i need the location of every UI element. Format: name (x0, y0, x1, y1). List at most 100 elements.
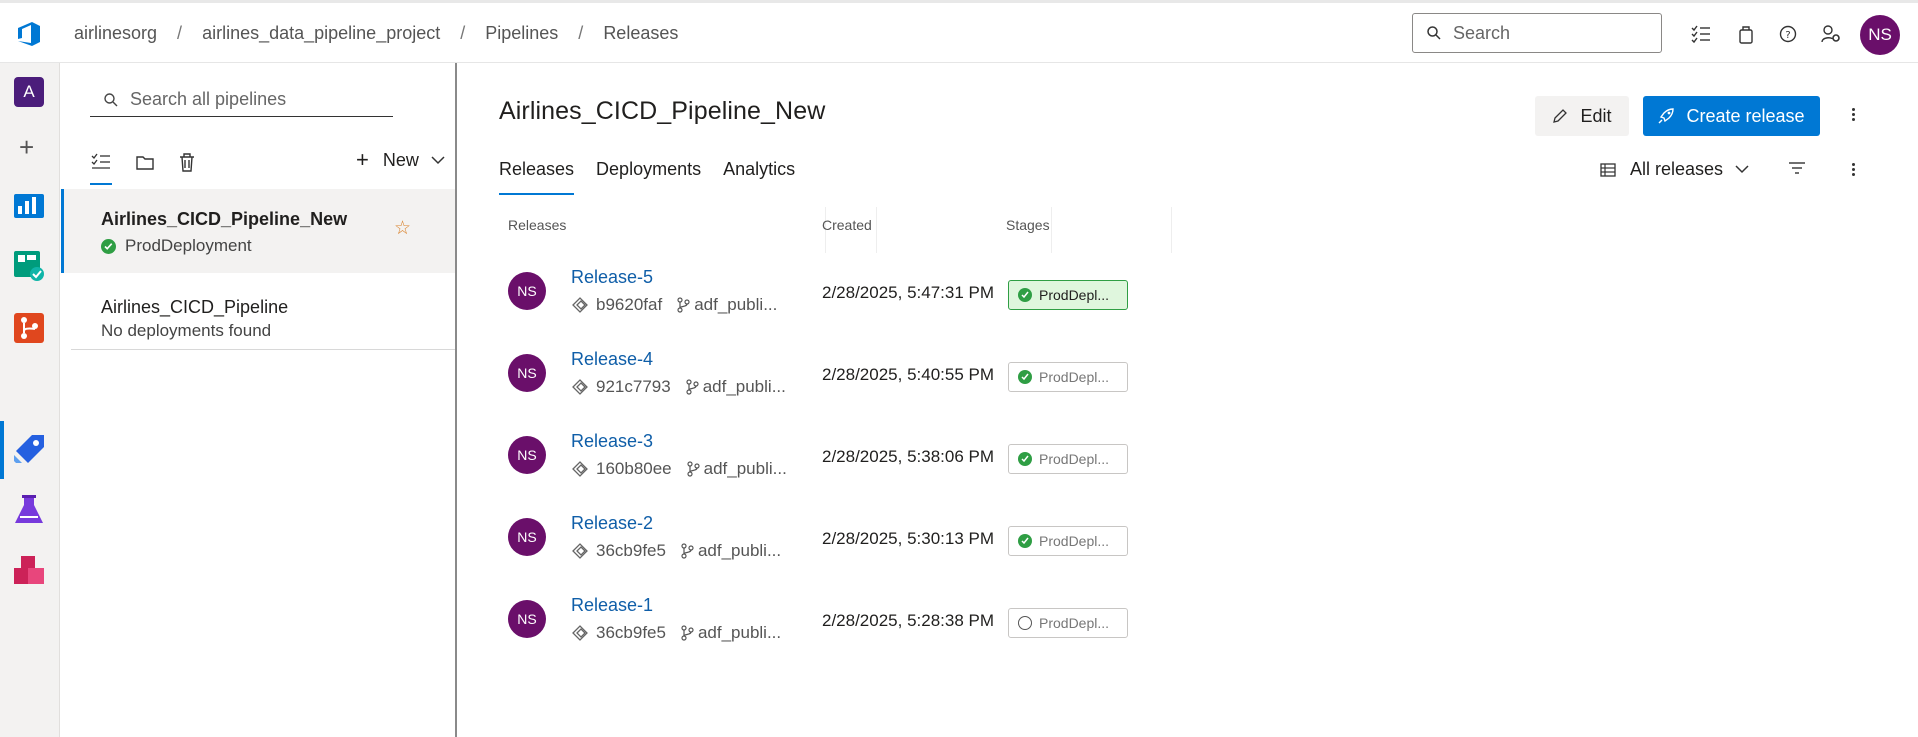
branch-icon (681, 625, 694, 641)
breadcrumb-separator: / (578, 23, 584, 43)
breadcrumb-project[interactable]: airlines_data_pipeline_project (202, 23, 440, 44)
more-actions-icon[interactable] (1850, 106, 1856, 123)
azure-devops-logo-icon[interactable] (14, 19, 44, 49)
not-deployed-icon (1018, 616, 1032, 630)
table-row[interactable]: NS Release-1 36cb9fe5 adf_publi... 2/28/… (486, 581, 1486, 663)
pipelines-icon[interactable] (12, 431, 46, 465)
stage-name: ProdDepl... (1039, 533, 1110, 549)
stage-badge[interactable]: ProdDepl... (1008, 280, 1128, 310)
pipeline-list-view-icon[interactable] (90, 151, 112, 173)
new-label: New (382, 149, 419, 170)
table-row[interactable]: NS Release-3 160b80ee adf_publi... 2/28/… (486, 417, 1486, 499)
success-icon (1018, 534, 1032, 548)
branch-name: adf_publi... (702, 377, 786, 396)
avatar: NS (508, 518, 546, 556)
branch-name: adf_publi... (703, 459, 787, 478)
commit-id: b9620faf (596, 295, 663, 314)
column-header-stages: Stages (1006, 217, 1050, 233)
release-link[interactable]: Release-3 (571, 431, 653, 452)
trash-icon[interactable] (176, 151, 198, 173)
column-header-releases: Releases (508, 217, 567, 233)
success-icon (1018, 370, 1032, 384)
breadcrumb-org[interactable]: airlinesorg (74, 23, 157, 44)
task-list-icon[interactable] (1690, 23, 1712, 45)
release-link[interactable]: Release-2 (571, 513, 653, 534)
search-icon (104, 92, 118, 106)
breadcrumb-releases[interactable]: Releases (603, 23, 678, 44)
stage-badge[interactable]: ProdDepl... (1008, 526, 1128, 556)
breadcrumb-pipelines[interactable]: Pipelines (485, 23, 558, 44)
release-filter-dropdown[interactable]: All releases (1600, 159, 1749, 180)
page-title: Airlines_CICD_Pipeline_New (499, 97, 826, 125)
release-link[interactable]: Release-5 (571, 267, 653, 288)
branch-icon (681, 543, 694, 559)
commit-id: 921c7793 (596, 377, 671, 396)
success-icon (1018, 452, 1032, 466)
branch-name: adf_publi... (694, 295, 778, 314)
create-release-button[interactable]: Create release (1643, 96, 1820, 136)
stage-badge[interactable]: ProdDepl... (1008, 362, 1128, 392)
panel-toolbar: + New (90, 145, 445, 185)
edit-button[interactable]: Edit (1535, 96, 1629, 136)
boards-icon[interactable] (12, 249, 46, 283)
chevron-down-icon (431, 155, 445, 164)
table-row[interactable]: NS Release-2 36cb9fe5 adf_publi... 2/28/… (486, 499, 1486, 581)
user-avatar[interactable]: NS (1860, 15, 1900, 55)
release-meta: 921c7793 adf_publi... (570, 377, 786, 397)
new-pipeline-button[interactable]: + New (356, 147, 445, 173)
commit-icon (572, 625, 588, 641)
help-icon[interactable]: ? (1777, 23, 1799, 45)
shopping-bag-icon[interactable] (1735, 23, 1757, 45)
artifacts-icon[interactable] (12, 554, 46, 588)
release-link[interactable]: Release-4 (571, 349, 653, 370)
rocket-icon (1658, 108, 1675, 124)
commit-icon (572, 461, 588, 477)
branch-name: adf_publi... (697, 623, 782, 642)
table-row[interactable]: NS Release-5 b9620faf adf_publi... 2/28/… (486, 253, 1486, 335)
release-link[interactable]: Release-1 (571, 595, 653, 616)
release-meta: 36cb9fe5 adf_publi... (570, 541, 781, 561)
tab-releases[interactable]: Releases (499, 159, 575, 195)
branch-icon (677, 297, 690, 313)
test-plans-icon[interactable] (12, 493, 46, 527)
stage-name: ProdDepl... (1039, 287, 1110, 303)
global-search-input[interactable]: Search (1412, 13, 1662, 53)
repos-icon[interactable] (12, 311, 46, 345)
tab-deployments[interactable]: Deployments (596, 159, 701, 195)
pipeline-item[interactable]: Airlines_CICD_Pipeline No deployments fo… (61, 285, 455, 347)
overview-icon[interactable] (12, 188, 46, 222)
active-view-indicator (90, 183, 112, 185)
pipelines-list-panel: Search all pipelines + New Airlines_CICD… (61, 63, 457, 737)
folder-icon[interactable] (134, 151, 156, 173)
breadcrumb: airlinesorg / airlines_data_pipeline_pro… (74, 23, 678, 44)
commit-icon (572, 543, 588, 559)
tab-analytics[interactable]: Analytics (723, 159, 795, 195)
top-bar: airlinesorg / airlines_data_pipeline_pro… (0, 0, 1918, 63)
left-navigation-rail: A + (0, 63, 60, 737)
success-icon (101, 238, 116, 254)
more-view-options-icon[interactable] (1850, 161, 1856, 178)
stage-badge[interactable]: ProdDepl... (1008, 444, 1128, 474)
commit-icon (572, 297, 588, 313)
table-row[interactable]: NS Release-4 921c7793 adf_publi... 2/28/… (486, 335, 1486, 417)
pipeline-search-input[interactable]: Search all pipelines (90, 83, 393, 117)
column-divider (1051, 207, 1052, 253)
commit-id: 36cb9fe5 (596, 541, 666, 560)
active-nav-indicator (0, 421, 4, 479)
pipeline-item-selected[interactable]: Airlines_CICD_Pipeline_New ProdDeploymen… (61, 189, 455, 273)
table-icon (1600, 162, 1616, 177)
stage-badge[interactable]: ProdDepl... (1008, 608, 1128, 638)
column-header-created: Created (822, 217, 872, 233)
release-meta: 160b80ee adf_publi... (570, 459, 787, 479)
org-avatar[interactable]: A (14, 77, 44, 107)
created-date: 2/28/2025, 5:28:38 PM (822, 611, 995, 630)
create-release-label: Create release (1686, 105, 1805, 126)
avatar: NS (508, 354, 546, 392)
filter-icon[interactable] (1788, 160, 1806, 176)
user-settings-icon[interactable] (1820, 23, 1842, 45)
avatar: NS (508, 436, 546, 474)
favorite-star-icon[interactable]: ☆ (394, 217, 411, 240)
svg-text:?: ? (1785, 30, 1790, 41)
stage-name: ProdDepl... (1039, 451, 1110, 467)
new-project-icon[interactable]: + (19, 132, 34, 163)
